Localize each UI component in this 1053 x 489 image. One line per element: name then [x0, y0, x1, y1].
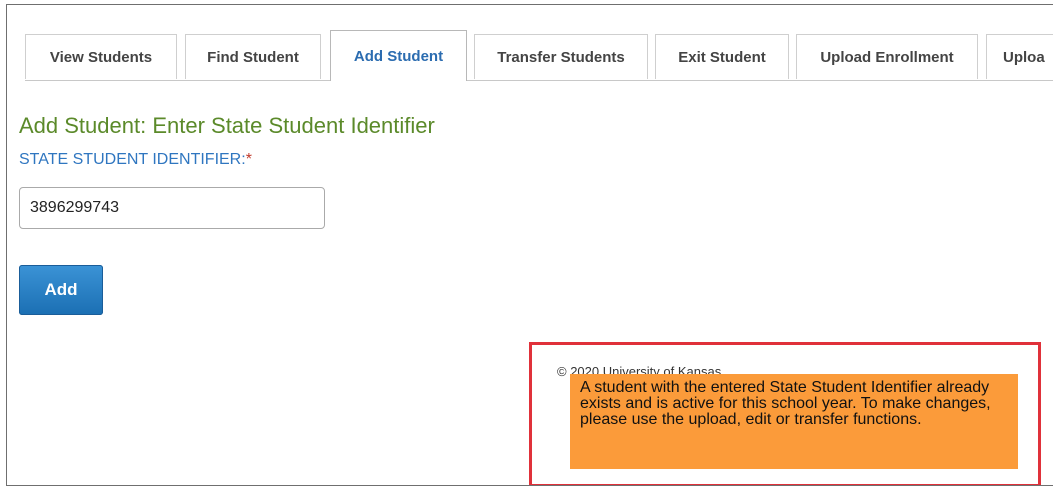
tab-find-student[interactable]: Find Student	[185, 34, 321, 79]
alert-message: A student with the entered State Student…	[580, 379, 991, 428]
tab-exit-student[interactable]: Exit Student	[655, 34, 789, 79]
ssid-field-label: STATE STUDENT IDENTIFIER:*	[19, 151, 252, 169]
tab-upload-partial[interactable]: Uploa	[986, 34, 1053, 79]
tab-view-students[interactable]: View Students	[25, 34, 177, 79]
page-title: Add Student: Enter State Student Identif…	[19, 113, 435, 138]
required-marker: *	[245, 151, 252, 168]
ssid-label-text: STATE STUDENT IDENTIFIER:	[19, 151, 246, 168]
duplicate-student-alert: A student with the entered State Student…	[570, 374, 1018, 469]
app-frame: View Students Find Student Add Student T…	[6, 4, 1053, 486]
tab-bar: View Students Find Student Add Student T…	[25, 30, 1053, 81]
tab-upload-enrollment[interactable]: Upload Enrollment	[796, 34, 978, 79]
tab-transfer-students[interactable]: Transfer Students	[474, 34, 648, 79]
tab-add-student[interactable]: Add Student	[330, 30, 467, 81]
ssid-input[interactable]	[19, 187, 325, 229]
add-button[interactable]: Add	[19, 265, 103, 315]
